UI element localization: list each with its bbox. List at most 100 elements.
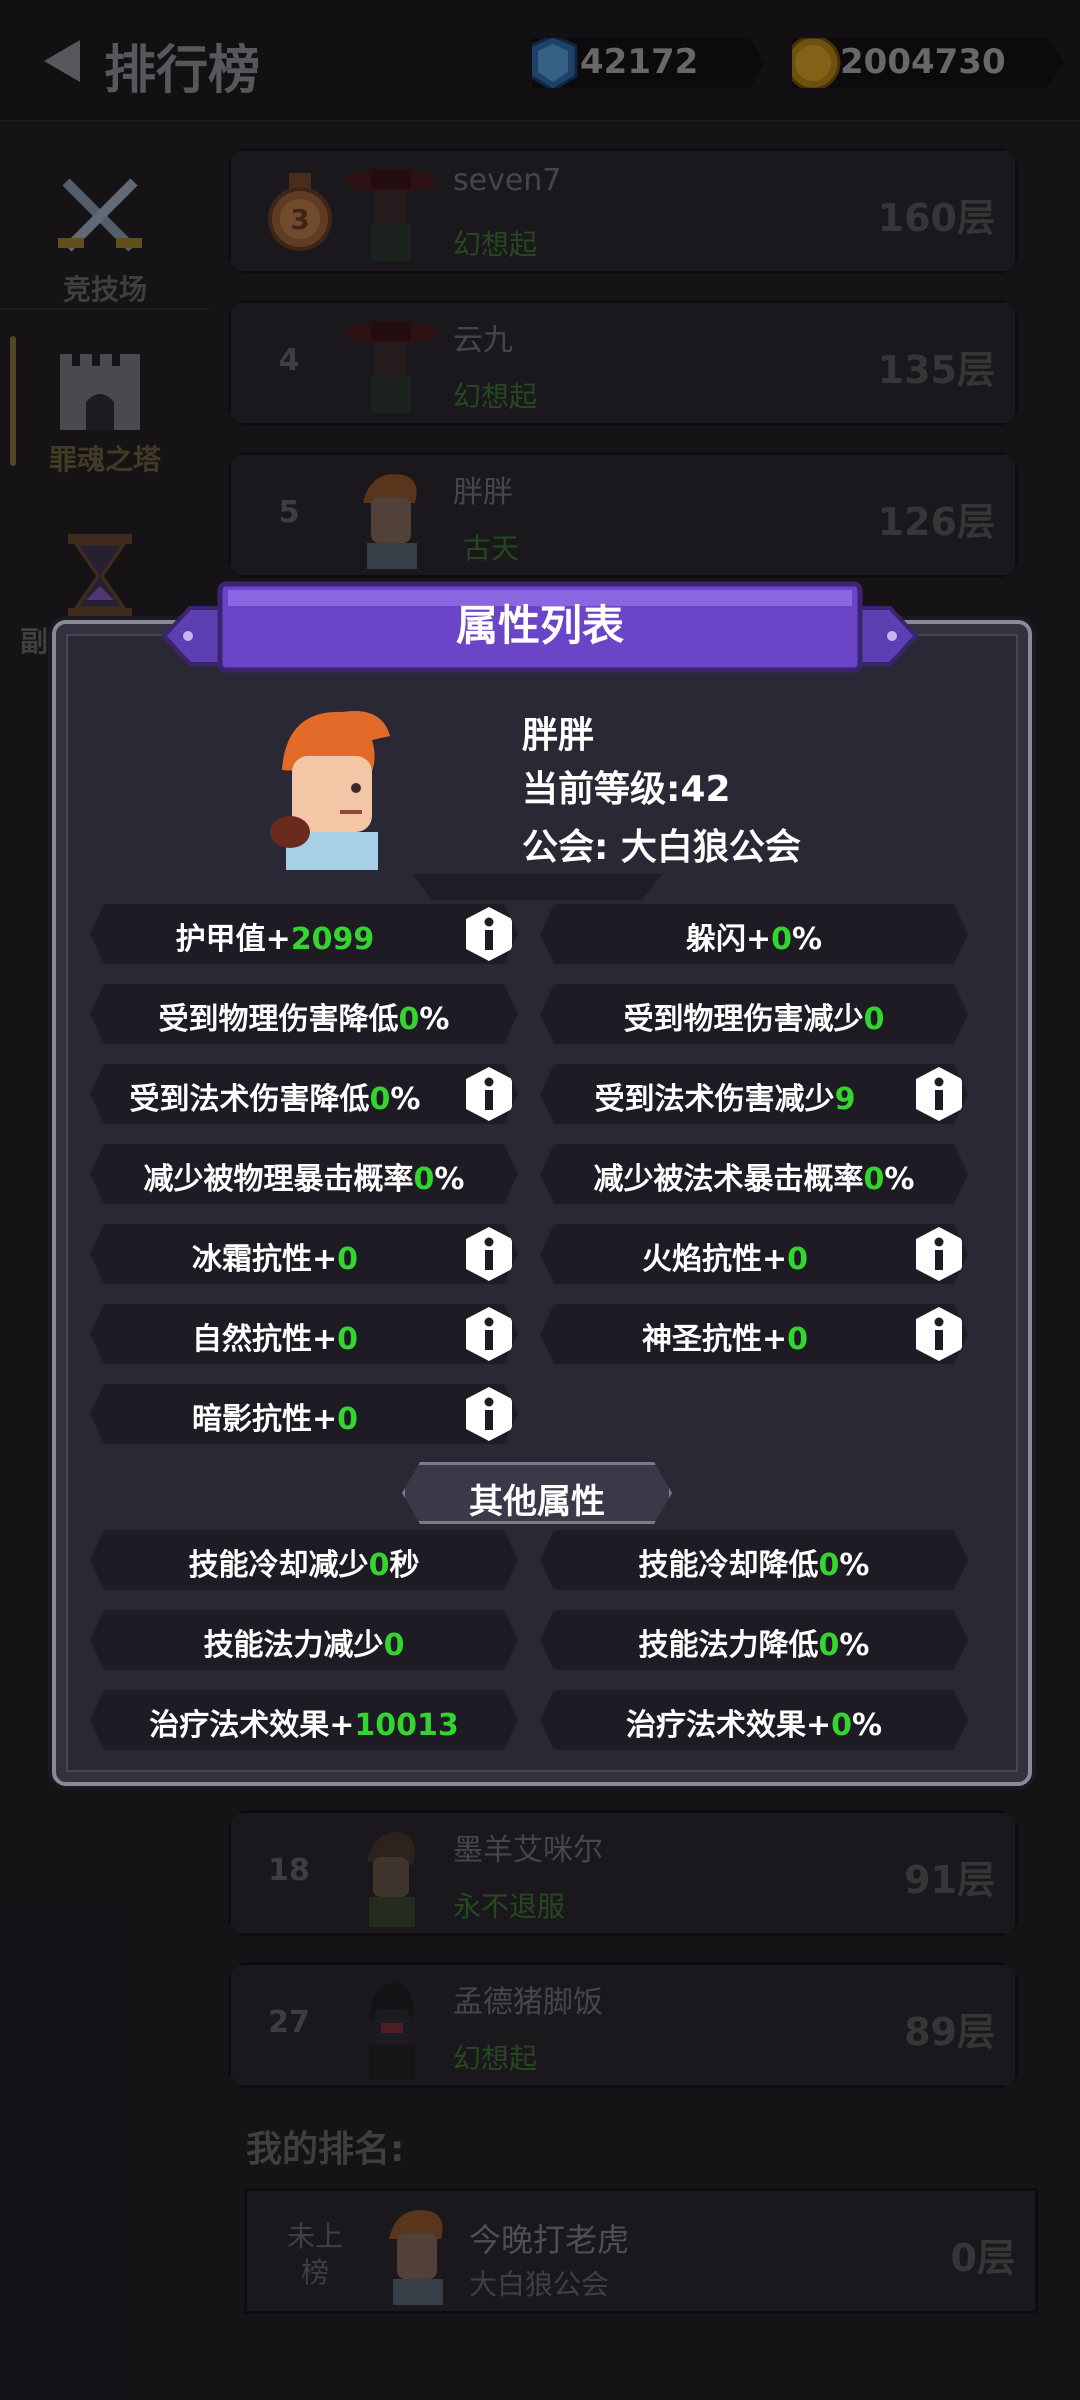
stat-value: 0 [413,1162,435,1197]
hourglass-icon [68,534,132,618]
stat-suffix: % [851,1708,883,1743]
profile-guild: 公会: 大白狼公会 [522,827,801,868]
stat-text: 暗影抗性+0 [90,1394,460,1438]
player-name: 墨羊艾咪尔 [453,1833,603,1868]
player-guild: 古天 [463,532,520,565]
stat-value: 0 [863,1002,885,1037]
stat-value: 0 [831,1708,852,1743]
top-bar: 排行榜 42172 2004730 [0,0,1080,122]
stat-text: 技能冷却降低0% [540,1540,968,1584]
stat-value: 0 [369,1082,391,1117]
unranked-label: 未上榜 [286,2220,343,2289]
player-name: 孟德猪脚饭 [453,1985,603,2020]
ranking-row[interactable]: 18 墨羊艾咪尔 永不退服 91层 [228,1810,1018,1936]
my-name: 今晚打老虎 [469,2221,630,2259]
my-rank-row[interactable]: 未上榜 今晚打老虎 大白狼公会 0层 [244,2188,1038,2314]
stat-text: 躲闪+0% [540,914,968,958]
stat-value: 0 [771,922,792,957]
stat-suffix: % [434,1162,465,1197]
stat-cell: 受到物理伤害减少0 [540,984,968,1044]
stat-value: 0 [818,1628,840,1663]
stat-cell: 技能冷却减少0秒 [90,1530,518,1590]
player-floor: 91层 [904,1858,995,1902]
player-floor: 160层 [877,196,995,240]
stat-text: 冰霜抗性+0 [90,1234,460,1278]
my-guild: 大白狼公会 [469,2268,610,2301]
other-attributes-label: 其他属性 [469,1482,605,1522]
player-avatar [341,311,441,423]
stat-label: 护甲值+ [175,922,291,957]
stat-label: 神圣抗性+ [641,1322,788,1357]
rank-number: 27 [268,2005,310,2040]
svg-text:3: 3 [290,203,309,236]
player-guild: 永不退服 [453,1890,566,1923]
my-rank-heading: 我的排名: [246,2129,405,2170]
stat-cell: 火焰抗性+0 [540,1224,968,1284]
ranking-row[interactable]: 27 孟德猪脚饭 幻想起 89层 [228,1962,1018,2088]
other-attributes-header: 其他属性 [402,1462,672,1524]
stat-label: 躲闪+ [685,922,772,957]
rank-number: 5 [278,495,300,530]
stat-suffix: % [839,1548,870,1583]
player-portrait [270,711,390,870]
tab-tower[interactable]: 罪魂之塔 [0,330,210,480]
ranking-row[interactable]: 5 胖胖 古天 126层 [228,452,1018,578]
stat-value: 9 [834,1082,856,1117]
stat-suffix: % [839,1628,870,1663]
tab-arena[interactable]: 竞技场 [0,160,210,310]
stat-cell: 治疗法术效果+0% [540,1690,968,1750]
my-avatar [389,2210,443,2305]
stat-suffix: 秒 [389,1548,420,1583]
stat-value: 10013 [354,1708,459,1743]
tab-arena-label: 竞技场 [62,273,147,306]
profile-level: 当前等级:42 [522,769,731,810]
gem-counter: 42172 [532,38,764,88]
stat-suffix: % [419,1002,450,1037]
modal-title-ribbon: 属性列表 [150,576,930,686]
ranking-row[interactable]: 3 seven7 幻想起 160层 [228,148,1018,274]
stat-text: 减少被法术暴击概率0% [540,1154,968,1198]
player-floor: 126层 [877,500,995,544]
player-avatar [341,463,441,575]
page-title: 排行榜 [104,41,261,101]
back-arrow-icon[interactable] [40,36,84,86]
stat-label: 减少被法术暴击概率 [593,1162,864,1197]
stat-text: 受到法术伤害减少9 [540,1074,910,1118]
stat-cell: 减少被法术暴击概率0% [540,1144,968,1204]
my-floor: 0层 [950,2236,1015,2280]
stat-text: 火焰抗性+0 [540,1234,910,1278]
stat-label: 自然抗性+ [191,1322,338,1357]
stat-label: 受到物理伤害降低 [158,1002,399,1037]
stat-cell: 技能冷却降低0% [540,1530,968,1590]
tower-icon [60,354,140,430]
stat-label: 火焰抗性+ [641,1242,788,1277]
stat-text: 减少被物理暴击概率0% [90,1154,518,1198]
player-guild: 幻想起 [453,2042,538,2075]
rank-number: 18 [268,1853,310,1888]
coin-counter: 2004730 [792,38,1064,88]
stat-cell: 暗影抗性+0 [90,1384,518,1444]
stat-label: 暗影抗性+ [191,1402,338,1437]
stat-text: 治疗法术效果+0% [540,1700,968,1744]
stat-value: 0 [818,1548,840,1583]
ranking-row[interactable]: 4 云九 幻想起 135层 [228,300,1018,426]
stat-cell: 受到法术伤害降低0% [90,1064,518,1124]
stat-text: 自然抗性+0 [90,1314,460,1358]
stat-cell: 受到物理伤害降低0% [90,984,518,1044]
stat-cell: 技能法力减少0 [90,1610,518,1670]
stat-value: 0 [383,1628,405,1663]
stat-suffix: % [884,1162,915,1197]
stat-cell: 受到法术伤害减少9 [540,1064,968,1124]
stat-label: 技能冷却减少 [188,1548,369,1583]
stat-label: 受到法术伤害减少 [594,1082,835,1117]
stat-label: 减少被物理暴击概率 [143,1162,414,1197]
stat-text: 护甲值+2099 [90,914,460,958]
stat-value: 2099 [290,922,375,957]
stat-cell: 治疗法术效果+10013 [90,1690,518,1750]
player-guild: 幻想起 [453,228,538,261]
stat-value: 0 [368,1548,390,1583]
stat-text: 神圣抗性+0 [540,1314,910,1358]
crossed-swords-icon [58,178,142,252]
stat-cell: 神圣抗性+0 [540,1304,968,1364]
stat-text: 技能冷却减少0秒 [90,1540,518,1584]
